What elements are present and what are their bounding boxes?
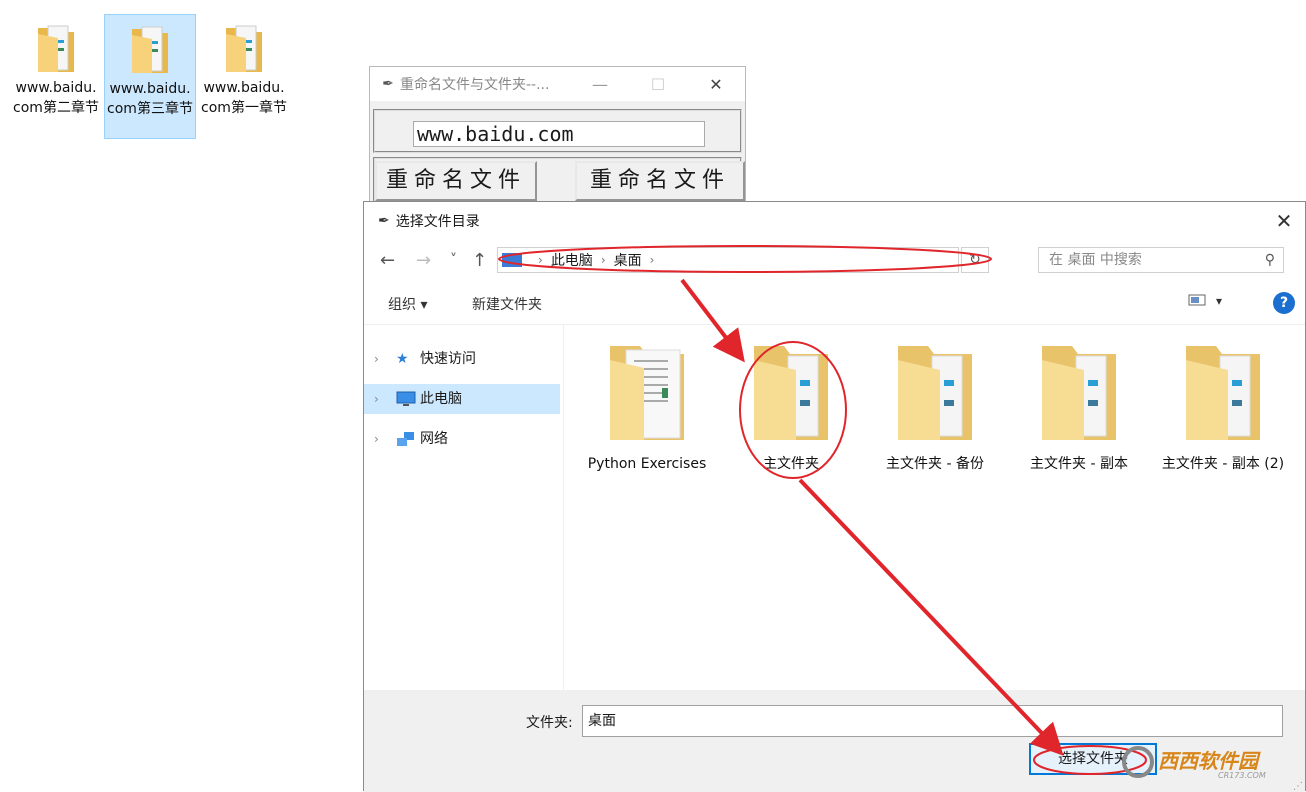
refresh-button[interactable]: ↻ (961, 247, 989, 273)
folder-icon (610, 346, 684, 440)
breadcrumb-this-pc[interactable]: 此电脑 (551, 250, 593, 270)
folder-icon (1042, 346, 1116, 440)
nav-item-label: 网络 (420, 431, 448, 447)
file-name: 主文件夹 (763, 456, 819, 472)
navigation-pane: › ★ 快速访问 › 此电脑 › 网络 (364, 324, 564, 690)
nav-item-quick-access[interactable]: › ★ 快速访问 (364, 344, 560, 374)
folder-icon (226, 25, 262, 72)
rename-window: ✒ 重命名文件与文件夹--... — ☐ ✕ www.baidu.com 重命名… (369, 66, 746, 229)
file-name: Python Exercises (587, 456, 707, 472)
nav-item-label: 快速访问 (420, 351, 476, 367)
file-name: 主文件夹 - 备份 (886, 456, 984, 472)
close-button[interactable]: ✕ (1271, 208, 1297, 234)
desktop-folder-chapter-2[interactable]: www.baidu.com第二章节 (10, 14, 102, 139)
folder-icon (38, 25, 74, 72)
network-icon (396, 424, 416, 454)
up-arrow-icon[interactable]: ↑ (472, 250, 487, 271)
recent-locations-icon[interactable]: ˅ (450, 252, 457, 268)
site-watermark: 西西软件园 CR173.COM (1118, 742, 1288, 782)
entry-frame: www.baidu.com (373, 109, 742, 153)
nav-item-label: 此电脑 (420, 391, 462, 407)
file-name: 主文件夹 - 副本 (1030, 456, 1128, 472)
breadcrumb-desktop[interactable]: 桌面 (614, 250, 642, 270)
rename-file-button[interactable]: 重命名文件 (375, 161, 537, 201)
button-row: 重命名文件 重命名文件夹 (373, 157, 745, 229)
computer-icon (502, 253, 522, 267)
new-folder-button[interactable]: 新建文件夹 (472, 294, 542, 314)
file-item-main-folder-backup[interactable]: 主文件夹 - 备份 (870, 340, 1000, 475)
folder-icon (898, 346, 972, 440)
maximize-button[interactable]: ☐ (629, 75, 687, 94)
organize-menu[interactable]: 组织 ▾ (388, 294, 427, 314)
address-bar[interactable]: › 此电脑 › 桌面 › (497, 247, 959, 273)
rename-window-title: 重命名文件与文件夹--... (400, 77, 550, 93)
rename-window-titlebar[interactable]: ✒ 重命名文件与文件夹--... — ☐ ✕ (370, 67, 745, 101)
search-input[interactable]: 在 桌面 中搜索 ⚲ (1038, 247, 1284, 273)
chevron-right-icon[interactable]: › (374, 384, 379, 414)
select-folder-dialog: ✒ 选择文件目录 ✕ ← → ˅ ↑ › 此电脑 › 桌面 › ↻ 在 桌面 中… (363, 201, 1306, 792)
watermark-text: 西西软件园 (1158, 749, 1261, 773)
feather-icon: ✒ (382, 76, 394, 92)
view-dropdown-icon[interactable]: ▾ (1216, 294, 1222, 308)
file-item-main-folder-copy[interactable]: 主文件夹 - 副本 (1014, 340, 1144, 475)
chevron-right-icon[interactable]: › (374, 344, 379, 374)
forward-arrow-icon[interactable]: → (416, 250, 431, 271)
file-view: Python Exercises 主文件夹 主文件夹 - 备份 主文件夹 - 副… (564, 324, 1305, 690)
navigation-bar: ← → ˅ ↑ › 此电脑 › 桌面 › ↻ 在 桌面 中搜索 ⚲ (364, 242, 1305, 278)
minimize-button[interactable]: — (571, 75, 629, 94)
file-name: 主文件夹 - 副本 (2) (1161, 456, 1285, 472)
desktop-folder-label: www.baidu.com第二章节 (13, 80, 99, 116)
close-button[interactable]: ✕ (687, 75, 745, 94)
desktop-folder-chapter-3[interactable]: www.baidu.com第三章节 (104, 14, 196, 139)
folder-icon (132, 26, 168, 73)
resize-grip-icon[interactable]: ⋰ (1293, 781, 1303, 792)
star-icon: ★ (396, 351, 409, 367)
file-item-main-folder[interactable]: 主文件夹 (726, 340, 856, 475)
dialog-titlebar[interactable]: ✒ 选择文件目录 (364, 202, 1305, 240)
desktop-folder-chapter-1[interactable]: www.baidu.com第一章节 (198, 14, 290, 139)
search-icon: ⚲ (1264, 252, 1275, 268)
folder-icon (754, 346, 828, 440)
name-entry[interactable]: www.baidu.com (413, 121, 705, 147)
help-icon[interactable]: ? (1273, 292, 1295, 314)
chevron-right-icon[interactable]: › (374, 424, 379, 454)
dialog-toolbar: 组织 ▾ 新建文件夹 ▾ ? (364, 284, 1305, 325)
nav-item-this-pc[interactable]: › 此电脑 (364, 384, 560, 414)
watermark-logo: 西西软件园 CR173.COM (1122, 746, 1266, 780)
file-item-python-exercises[interactable]: Python Exercises (582, 340, 712, 475)
desktop-folder-label: www.baidu.com第三章节 (107, 81, 193, 117)
nav-item-network[interactable]: › 网络 (364, 424, 560, 454)
computer-icon (396, 384, 416, 414)
folder-field[interactable]: 桌面 (582, 705, 1283, 737)
dialog-title: 选择文件目录 (395, 214, 480, 230)
view-options-icon[interactable] (1188, 294, 1206, 310)
desktop-folder-label: www.baidu.com第一章节 (201, 80, 287, 116)
folder-field-label: 文件夹: (526, 715, 573, 731)
search-placeholder: 在 桌面 中搜索 (1049, 252, 1142, 268)
rename-folder-button[interactable]: 重命名文件夹 (575, 161, 745, 229)
watermark-sub: CR173.COM (1218, 771, 1266, 780)
folder-icon (1186, 346, 1260, 440)
feather-icon: ✒ (378, 213, 390, 229)
back-arrow-icon[interactable]: ← (380, 250, 395, 271)
file-item-main-folder-copy-2[interactable]: 主文件夹 - 副本 (2) (1158, 340, 1288, 475)
